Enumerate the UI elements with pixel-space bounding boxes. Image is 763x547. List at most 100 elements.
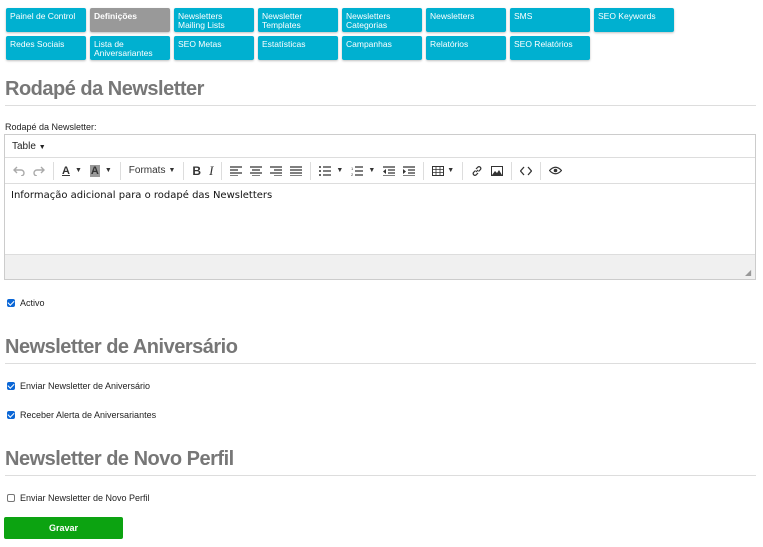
nav-tab-painel-de-control[interactable]: Painel de Control bbox=[6, 8, 86, 32]
resize-handle-icon[interactable]: ◢ bbox=[745, 269, 752, 277]
rich-text-editor: Table ▼ A ▼ A ▼ Formats ▼ B I ▼ 1 2 ▼ ▼ … bbox=[4, 134, 756, 280]
text-color-button[interactable]: A ▼ bbox=[58, 161, 86, 181]
section-title-new-profile: Newsletter de Novo Perfil bbox=[5, 448, 234, 470]
formats-dropdown[interactable]: Formats ▼ bbox=[125, 161, 180, 181]
nav-tab-seo-relatorios[interactable]: SEO Relatórios bbox=[510, 36, 590, 60]
nav-tab-newsletter-templates[interactable]: Newsletter Templates bbox=[258, 8, 338, 32]
editor-statusbar: ◢ bbox=[5, 254, 755, 279]
redo-icon bbox=[33, 166, 45, 176]
toolbar-separator bbox=[119, 161, 121, 180]
caret-down-icon: ▼ bbox=[168, 167, 176, 174]
section-title-birthday: Newsletter de Aniversário bbox=[5, 336, 238, 358]
caret-down-icon: ▼ bbox=[38, 144, 46, 151]
nav-tab-definicoes[interactable]: Definições bbox=[90, 8, 170, 32]
numbered-list-icon: 12 bbox=[351, 166, 364, 176]
birthday-send-label: Enviar Newsletter de Aniversário bbox=[20, 381, 151, 391]
align-left-icon bbox=[230, 165, 243, 176]
divider bbox=[5, 363, 756, 364]
table-icon bbox=[432, 165, 445, 176]
caret-down-icon: ▼ bbox=[336, 167, 344, 174]
bullet-list-icon bbox=[319, 165, 332, 176]
undo-button[interactable] bbox=[9, 161, 29, 181]
nav-tab-estatisticas[interactable]: Estatísticas bbox=[258, 36, 338, 60]
image-icon bbox=[491, 165, 504, 176]
undo-icon bbox=[13, 166, 25, 176]
profile-send-checkbox[interactable] bbox=[7, 494, 15, 502]
birthday-send-row: Enviar Newsletter de Aniversário bbox=[7, 381, 150, 391]
toolbar-separator bbox=[540, 161, 542, 180]
toolbar-separator bbox=[462, 161, 464, 180]
link-icon bbox=[472, 165, 482, 176]
nav-tab-newsletters[interactable]: Newsletters bbox=[426, 8, 506, 32]
nav-tab-seo-keywords[interactable]: SEO Keywords bbox=[594, 8, 674, 32]
birthday-alert-row: Receber Alerta de Aniversariantes bbox=[7, 410, 156, 420]
toolbar-separator bbox=[511, 161, 513, 180]
bold-icon: B bbox=[192, 163, 202, 178]
menu-table[interactable]: Table ▼ bbox=[12, 141, 46, 152]
nav-tab-redes-sociais[interactable]: Redes Sociais bbox=[6, 36, 86, 60]
link-button[interactable] bbox=[467, 161, 487, 181]
birthday-alert-label: Receber Alerta de Aniversariantes bbox=[20, 410, 157, 420]
source-code-button[interactable] bbox=[516, 161, 536, 181]
background-color-icon: A bbox=[89, 164, 100, 177]
svg-text:1: 1 bbox=[351, 166, 354, 171]
align-justify-icon bbox=[290, 165, 303, 176]
birthday-alert-checkbox[interactable] bbox=[7, 411, 15, 419]
active-checkbox[interactable] bbox=[7, 299, 15, 307]
text-color-icon: A bbox=[62, 164, 70, 177]
image-button[interactable] bbox=[487, 161, 507, 181]
nav-tab-relatorios[interactable]: Relatórios bbox=[426, 36, 506, 60]
profile-send-row: Enviar Newsletter de Novo Perfil bbox=[7, 493, 150, 503]
bullet-list-button[interactable]: ▼ bbox=[315, 161, 347, 181]
active-label: Activo bbox=[20, 298, 45, 308]
align-center-button[interactable] bbox=[246, 161, 266, 181]
caret-down-icon: ▼ bbox=[74, 167, 82, 174]
align-right-icon bbox=[270, 165, 283, 176]
svg-text:2: 2 bbox=[351, 172, 354, 176]
toolbar-separator bbox=[183, 161, 185, 180]
nav-tab-sms[interactable]: SMS bbox=[510, 8, 590, 32]
outdent-button[interactable] bbox=[379, 161, 399, 181]
background-color-button[interactable]: A ▼ bbox=[86, 161, 116, 181]
save-button[interactable]: Gravar bbox=[4, 517, 123, 539]
toolbar-separator bbox=[310, 161, 312, 180]
caret-down-icon: ▼ bbox=[368, 167, 376, 174]
nav-tab-seo-metas[interactable]: SEO Metas bbox=[174, 36, 254, 60]
nav-row-1: Painel de Control Definições Newsletters M… bbox=[6, 8, 686, 32]
caret-down-icon: ▼ bbox=[447, 167, 455, 174]
editor-content[interactable]: Informação adicional para o rodapé das N… bbox=[5, 184, 755, 254]
editor-menubar: Table ▼ bbox=[5, 135, 755, 158]
editor-toolbar: A ▼ A ▼ Formats ▼ B I ▼ 12 ▼ ▼ bbox=[5, 158, 755, 184]
nav-tab-newsletters-mailing-lists[interactable]: Newsletters Mailing Lists bbox=[174, 8, 254, 32]
eye-icon bbox=[549, 166, 563, 175]
redo-button[interactable] bbox=[29, 161, 49, 181]
birthday-send-checkbox[interactable] bbox=[7, 382, 15, 390]
caret-down-icon: ▼ bbox=[104, 167, 112, 174]
nav-tab-newsletters-categorias[interactable]: Newsletters Categorias bbox=[342, 8, 422, 32]
nav-tab-campanhas[interactable]: Campanhas bbox=[342, 36, 422, 60]
code-icon bbox=[520, 166, 533, 175]
align-center-icon bbox=[250, 165, 263, 176]
admin-nav: Painel de Control Definições Newsletters M… bbox=[6, 8, 686, 64]
table-button[interactable]: ▼ bbox=[428, 161, 458, 181]
toolbar-separator bbox=[423, 161, 425, 180]
align-right-button[interactable] bbox=[266, 161, 286, 181]
align-left-button[interactable] bbox=[226, 161, 246, 181]
divider bbox=[5, 475, 756, 476]
bold-button[interactable]: B bbox=[188, 161, 205, 181]
numbered-list-button[interactable]: 12 ▼ bbox=[347, 161, 379, 181]
footer-field-label: Rodapé da Newsletter: bbox=[5, 122, 97, 132]
nav-tab-lista-de-aniversariantes[interactable]: Lista de Aniversariantes bbox=[90, 36, 170, 60]
divider bbox=[5, 105, 756, 106]
italic-icon: I bbox=[209, 162, 214, 178]
toolbar-separator bbox=[221, 161, 223, 180]
preview-button[interactable] bbox=[545, 161, 566, 181]
indent-icon bbox=[403, 165, 416, 176]
active-checkbox-row: Activo bbox=[7, 298, 45, 308]
align-justify-button[interactable] bbox=[286, 161, 306, 181]
outdent-icon bbox=[383, 165, 396, 176]
italic-button[interactable]: I bbox=[205, 161, 217, 181]
toolbar-separator bbox=[53, 161, 54, 180]
section-title-footer: Rodapé da Newsletter bbox=[5, 78, 204, 100]
indent-button[interactable] bbox=[399, 161, 419, 181]
